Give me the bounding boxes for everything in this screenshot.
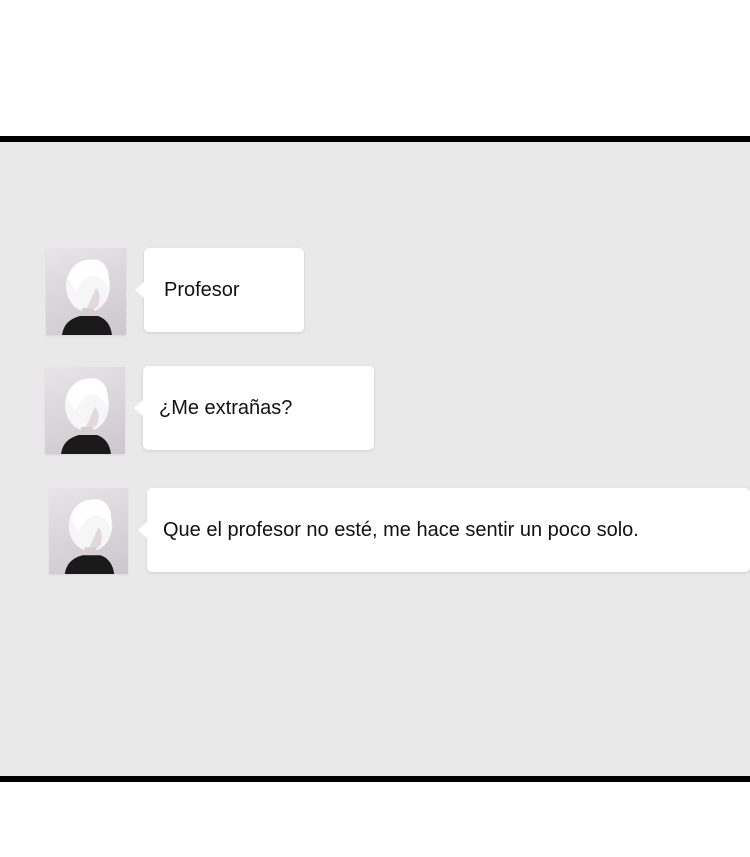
comic-page: Profesor ¿Me extrañas? Que el profesor n… (0, 0, 750, 857)
message-bubble: ¿Me extrañas? (134, 366, 374, 450)
chat-panel: Profesor ¿Me extrañas? Que el profesor n… (0, 136, 750, 782)
message-bubble: Profesor (135, 248, 304, 332)
white-haired-character-avatar-icon (62, 259, 112, 335)
avatar (49, 488, 128, 574)
avatar (45, 367, 125, 454)
message-text: Que el profesor no esté, me hace sentir … (163, 518, 639, 541)
message-text: ¿Me extrañas? (159, 396, 293, 419)
white-haired-character-avatar-icon (61, 378, 111, 454)
message-bubble: Que el profesor no esté, me hace sentir … (138, 488, 750, 572)
message-text: Profesor (164, 278, 240, 301)
white-haired-character-avatar-icon (64, 499, 115, 574)
avatar (46, 248, 126, 335)
